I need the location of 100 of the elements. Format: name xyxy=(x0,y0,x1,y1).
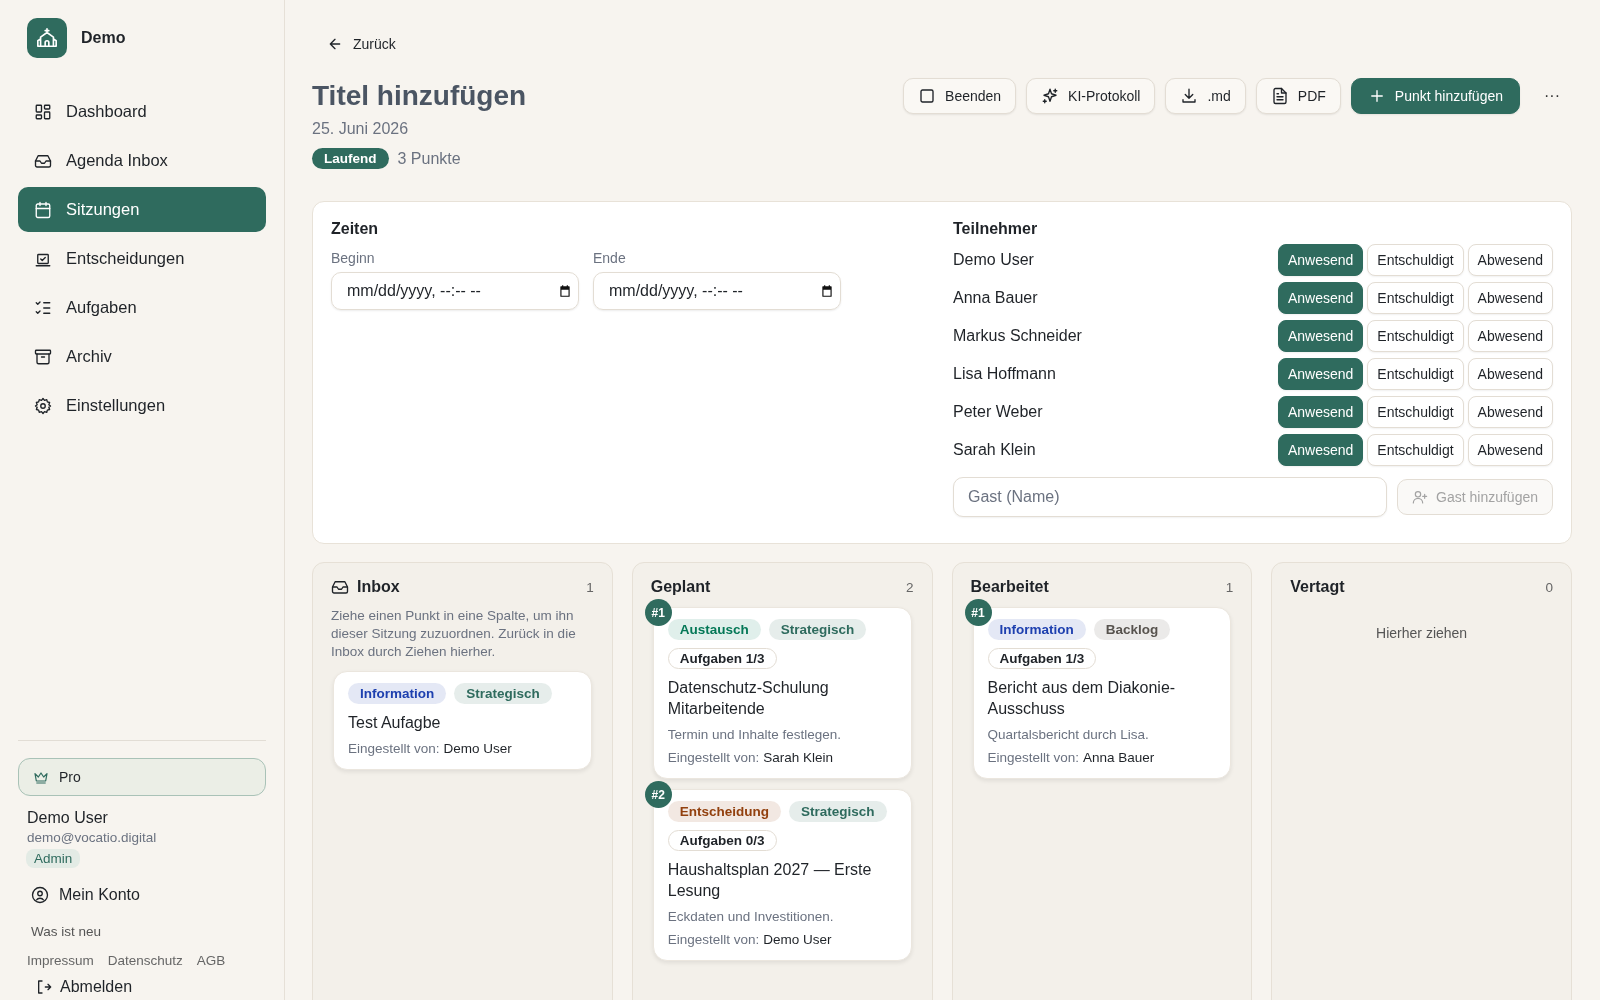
category-tag: Strategisch xyxy=(768,619,867,640)
whats-new-link[interactable]: Was ist neu xyxy=(18,924,102,939)
attendance-option[interactable]: Anwesend xyxy=(1277,434,1364,466)
field-label: Beginn xyxy=(331,250,376,266)
submitter-name: Demo User xyxy=(443,741,512,756)
attendance-option[interactable]: Abwesend xyxy=(1467,396,1553,428)
action-button[interactable]: KI-Protokoll xyxy=(1026,78,1156,114)
grid-icon xyxy=(34,102,52,121)
order-badge: #1 xyxy=(644,599,672,626)
user-plus-icon xyxy=(1412,489,1429,505)
action-button[interactable]: Beenden xyxy=(903,78,1017,114)
attendance-option[interactable]: Anwesend xyxy=(1277,244,1364,276)
attendance-option[interactable]: Abwesend xyxy=(1467,320,1553,352)
attendance-option[interactable]: Anwesend xyxy=(1277,358,1364,390)
calendar-icon xyxy=(820,284,834,298)
participant-name: Anna Bauer xyxy=(953,289,1038,307)
user-circle-icon xyxy=(31,886,49,904)
category-tag: Austausch xyxy=(667,619,761,640)
nav-item[interactable]: Sitzungen xyxy=(18,187,266,232)
field-label: Ende xyxy=(593,250,627,266)
participant-name: Markus Schneider xyxy=(953,327,1082,345)
agenda-card[interactable]: Information Strategisch Test Aufagbe Eingestellt von: Demo User xyxy=(333,671,592,770)
category-tag: Backlog xyxy=(1093,619,1171,640)
nav-item[interactable]: Aufgaben xyxy=(18,285,266,330)
attendance-option[interactable]: Entschuldigt xyxy=(1367,396,1464,428)
attendance-option[interactable]: Abwesend xyxy=(1467,358,1553,390)
footer-link[interactable]: Impressum xyxy=(27,953,94,968)
nav-item[interactable]: Entscheidungen xyxy=(18,236,266,281)
action-button[interactable]: Punkt hinzufügen xyxy=(1350,78,1520,114)
attendance-option[interactable]: Entschuldigt xyxy=(1367,358,1464,390)
order-badge: #2 xyxy=(644,781,672,808)
footer-link[interactable]: Datenschutz xyxy=(107,953,183,968)
category-tag: Information xyxy=(987,619,1086,640)
nav-item[interactable]: Einstellungen xyxy=(18,383,266,428)
card-title: Test Aufagbe xyxy=(348,713,442,733)
category-tag: Strategisch xyxy=(789,801,887,822)
section-title: Teilnehmer xyxy=(953,220,1039,238)
settings-icon xyxy=(34,396,52,415)
card-description: Termin und Inhalte festlegen. xyxy=(667,727,843,742)
item-count: 3 Punkte xyxy=(397,149,461,168)
column-count: 0 xyxy=(1545,579,1553,595)
role-tag: Admin xyxy=(26,849,81,868)
section-title: Zeiten xyxy=(331,220,380,238)
church-logo-icon xyxy=(27,18,67,58)
submitter-label: Eingestellt von: xyxy=(348,741,440,756)
order-badge: #1 xyxy=(964,599,992,626)
column-title: Geplant xyxy=(650,578,712,596)
participant-name: Peter Weber xyxy=(953,403,1043,421)
more-button[interactable]: ··· xyxy=(1530,78,1572,114)
attendance-option[interactable]: Abwesend xyxy=(1467,434,1553,466)
category-tag: Entscheidung xyxy=(667,801,781,822)
attendance-option[interactable]: Entschuldigt xyxy=(1367,244,1464,276)
attendance-option[interactable]: Abwesend xyxy=(1467,282,1553,314)
download-icon xyxy=(1180,87,1199,105)
footer-link[interactable]: AGB xyxy=(196,953,226,968)
archive-box-icon xyxy=(34,347,52,366)
card-description: Eckdaten und Investitionen. xyxy=(667,909,835,924)
participant-name: Sarah Klein xyxy=(953,441,1036,459)
calendar-icon xyxy=(34,200,52,219)
submitter-name: Sarah Klein xyxy=(763,750,834,765)
calendar-icon xyxy=(558,284,572,298)
submitter-label: Eingestellt von: xyxy=(667,932,760,947)
column-title: Inbox xyxy=(357,578,401,596)
account-link[interactable]: Mein Konto xyxy=(18,886,140,904)
submitter-label: Eingestellt von: xyxy=(667,750,760,765)
submitter-name: Anna Bauer xyxy=(1083,750,1155,765)
status-tag: Laufend xyxy=(312,148,389,169)
date-time-field[interactable]: mm/dd/yyyy, --:-- -- xyxy=(593,272,841,310)
nav-item[interactable]: Dashboard xyxy=(18,89,266,134)
user-email: demo@vocatio.digital xyxy=(26,830,157,845)
attendance-option[interactable]: Abwesend xyxy=(1467,244,1553,276)
column-hint: Ziehe einen Punkt in eine Spalte, um ihn dieser Sitzung zuzuordnen. Zurück in die Inbox durch Ziehen hierher. xyxy=(330,607,577,661)
column-title: Vertagt xyxy=(1290,578,1346,596)
attendance-option[interactable]: Entschuldigt xyxy=(1367,282,1464,314)
arrow-left-icon xyxy=(327,36,343,52)
category-tag: Information xyxy=(348,683,447,704)
category-tag: Strategisch xyxy=(454,683,552,704)
action-button[interactable]: .md xyxy=(1165,78,1246,114)
column-count: 2 xyxy=(906,579,914,595)
attendance-option[interactable]: Anwesend xyxy=(1277,396,1364,428)
participant-name: Demo User xyxy=(953,251,1034,269)
logout-link[interactable]: Abmelden xyxy=(18,978,133,996)
date-time-field[interactable]: mm/dd/yyyy, --:-- -- xyxy=(331,272,579,310)
nav-item[interactable]: Archiv xyxy=(18,334,266,379)
plan-button[interactable]: Pro xyxy=(18,758,266,796)
attendance-option[interactable]: Entschuldigt xyxy=(1367,434,1464,466)
user-name: Demo User xyxy=(26,809,108,827)
attendance-option[interactable]: Anwesend xyxy=(1277,282,1364,314)
meeting-title[interactable]: Titel hinzufügen xyxy=(312,80,527,112)
submitter-name: Demo User xyxy=(763,932,832,947)
attendance-option[interactable]: Anwesend xyxy=(1277,320,1364,352)
brand-name: Demo xyxy=(81,29,126,47)
back-link[interactable]: Zurück xyxy=(312,36,396,52)
card-title: Datenschutz-Schulung Mitarbeitende xyxy=(667,678,830,719)
sparkle-icon xyxy=(1041,87,1060,105)
inbox-icon xyxy=(331,578,349,596)
document-icon xyxy=(1270,87,1289,105)
action-button[interactable]: PDF xyxy=(1255,78,1341,114)
nav-item[interactable]: Agenda Inbox xyxy=(18,138,266,183)
attendance-option[interactable]: Entschuldigt xyxy=(1367,320,1464,352)
